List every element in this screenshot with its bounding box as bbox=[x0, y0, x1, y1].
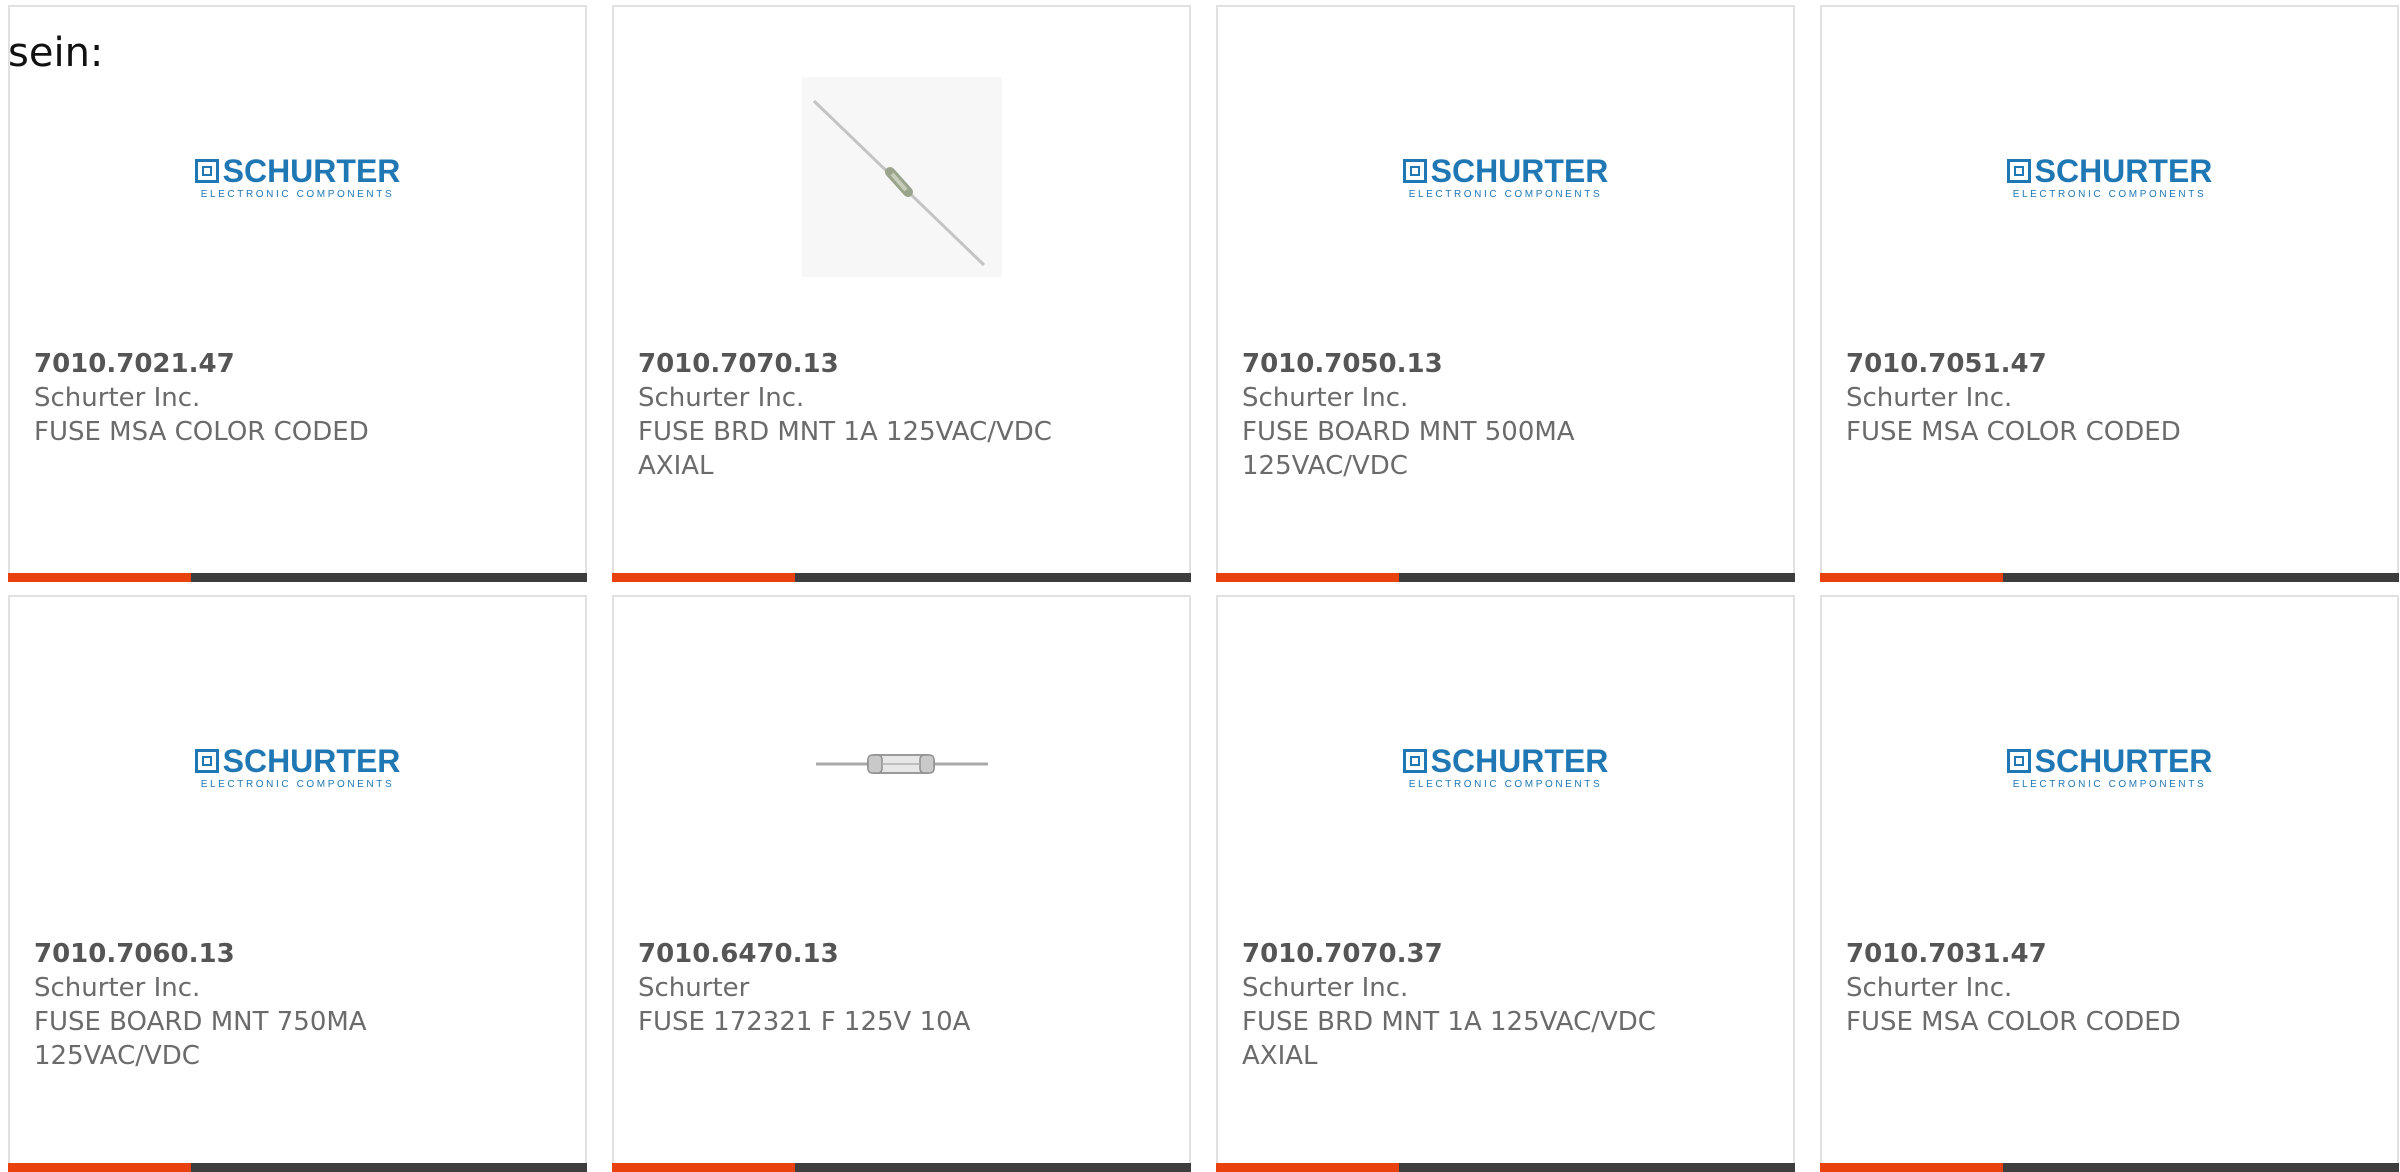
product-card[interactable]: SCHURTER ELECTRONIC COMPONENTS 7010.7031… bbox=[1820, 595, 2399, 1172]
logo-tagline: ELECTRONIC COMPONENTS bbox=[1408, 779, 1603, 790]
logo-name: SCHURTER bbox=[222, 743, 401, 779]
product-description: FUSE BOARD MNT 750MA 125VAC/VDC bbox=[34, 1007, 367, 1071]
logo-name: SCHURTER bbox=[1430, 153, 1609, 189]
product-card[interactable]: 7010.6470.13 Schurter FUSE 172321 F 125V… bbox=[612, 595, 1191, 1172]
logo-tagline: ELECTRONIC COMPONENTS bbox=[2012, 779, 2207, 790]
logo-name: SCHURTER bbox=[222, 153, 401, 189]
product-description: FUSE BOARD MNT 500MA 125VAC/VDC bbox=[1242, 417, 1575, 481]
manufacturer: Schurter Inc. bbox=[1846, 973, 2013, 1003]
card-footer-bar bbox=[8, 573, 587, 582]
logo-tagline: ELECTRONIC COMPONENTS bbox=[2012, 189, 2207, 200]
schurter-logo: SCHURTER ELECTRONIC COMPONENTS bbox=[2005, 155, 2215, 200]
card-footer-bar bbox=[612, 573, 1191, 582]
schurter-logo: SCHURTER ELECTRONIC COMPONENTS bbox=[1401, 155, 1611, 200]
card-accent-bar bbox=[8, 1163, 191, 1172]
card-accent-bar bbox=[1820, 573, 2003, 582]
product-image: SCHURTER ELECTRONIC COMPONENTS bbox=[1218, 7, 1793, 337]
card-footer-bar bbox=[1216, 573, 1795, 582]
product-card[interactable]: SCHURTER ELECTRONIC COMPONENTS 7010.7021… bbox=[8, 5, 587, 582]
product-description: FUSE MSA COLOR CODED bbox=[34, 417, 369, 447]
schurter-logo: SCHURTER ELECTRONIC COMPONENTS bbox=[193, 155, 403, 200]
card-accent-bar bbox=[1216, 573, 1399, 582]
card-footer-bar bbox=[8, 1163, 587, 1172]
card-footer-bar bbox=[612, 1163, 1191, 1172]
manufacturer: Schurter Inc. bbox=[34, 973, 201, 1003]
product-description: FUSE BRD MNT 1A 125VAC/VDC AXIAL bbox=[1242, 1007, 1656, 1071]
manufacturer: Schurter Inc. bbox=[1242, 973, 1409, 1003]
product-description: FUSE MSA COLOR CODED bbox=[1846, 1007, 2181, 1037]
part-number[interactable]: 7010.7060.13 bbox=[34, 937, 561, 971]
part-number[interactable]: 7010.7021.47 bbox=[34, 347, 561, 381]
product-card[interactable]: SCHURTER ELECTRONIC COMPONENTS 7010.7070… bbox=[1216, 595, 1795, 1172]
product-image: SCHURTER ELECTRONIC COMPONENTS bbox=[1822, 7, 2397, 337]
schurter-logo: SCHURTER ELECTRONIC COMPONENTS bbox=[1401, 745, 1611, 790]
product-image bbox=[614, 597, 1189, 927]
product-image: SCHURTER ELECTRONIC COMPONENTS bbox=[1218, 597, 1793, 927]
logo-tagline: ELECTRONIC COMPONENTS bbox=[200, 189, 395, 200]
product-description: FUSE 172321 F 125V 10A bbox=[638, 1007, 971, 1037]
schurter-logo: SCHURTER ELECTRONIC COMPONENTS bbox=[193, 745, 403, 790]
schurter-mark-icon bbox=[194, 749, 219, 773]
card-footer-bar bbox=[1820, 1163, 2399, 1172]
card-accent-bar bbox=[612, 1163, 795, 1172]
manufacturer: Schurter Inc. bbox=[638, 383, 805, 413]
part-number[interactable]: 7010.7051.47 bbox=[1846, 347, 2373, 381]
part-number[interactable]: 7010.7050.13 bbox=[1242, 347, 1769, 381]
axial-lead-fuse-photo bbox=[801, 77, 1002, 277]
card-accent-bar bbox=[1820, 1163, 2003, 1172]
product-card[interactable]: SCHURTER ELECTRONIC COMPONENTS 7010.7060… bbox=[8, 595, 587, 1172]
product-card[interactable]: 7010.7070.13 Schurter Inc. FUSE BRD MNT … bbox=[612, 5, 1191, 582]
product-description: FUSE BRD MNT 1A 125VAC/VDC AXIAL bbox=[638, 417, 1052, 481]
product-image: SCHURTER ELECTRONIC COMPONENTS bbox=[1822, 597, 2397, 927]
schurter-mark-icon bbox=[194, 159, 219, 183]
logo-name: SCHURTER bbox=[1430, 743, 1609, 779]
logo-name: SCHURTER bbox=[2034, 743, 2213, 779]
schurter-mark-icon bbox=[1402, 159, 1427, 183]
intro-text: sein: bbox=[8, 30, 104, 76]
schurter-logo: SCHURTER ELECTRONIC COMPONENTS bbox=[2005, 745, 2215, 790]
product-card[interactable]: SCHURTER ELECTRONIC COMPONENTS 7010.7051… bbox=[1820, 5, 2399, 582]
product-description: FUSE MSA COLOR CODED bbox=[1846, 417, 2181, 447]
manufacturer: Schurter Inc. bbox=[1242, 383, 1409, 413]
schurter-mark-icon bbox=[1402, 749, 1427, 773]
schurter-mark-icon bbox=[2006, 159, 2031, 183]
logo-name: SCHURTER bbox=[2034, 153, 2213, 189]
manufacturer: Schurter bbox=[638, 973, 750, 1003]
product-image bbox=[614, 7, 1189, 337]
card-accent-bar bbox=[612, 573, 795, 582]
product-image: SCHURTER ELECTRONIC COMPONENTS bbox=[10, 597, 585, 927]
manufacturer: Schurter Inc. bbox=[34, 383, 201, 413]
logo-tagline: ELECTRONIC COMPONENTS bbox=[200, 779, 395, 790]
card-footer-bar bbox=[1820, 573, 2399, 582]
card-accent-bar bbox=[8, 573, 191, 582]
glass-fuse-photo bbox=[812, 749, 992, 779]
part-number[interactable]: 7010.6470.13 bbox=[638, 937, 1165, 971]
manufacturer: Schurter Inc. bbox=[1846, 383, 2013, 413]
part-number[interactable]: 7010.7070.13 bbox=[638, 347, 1165, 381]
part-number[interactable]: 7010.7031.47 bbox=[1846, 937, 2373, 971]
part-number[interactable]: 7010.7070.37 bbox=[1242, 937, 1769, 971]
logo-tagline: ELECTRONIC COMPONENTS bbox=[1408, 189, 1603, 200]
product-card[interactable]: SCHURTER ELECTRONIC COMPONENTS 7010.7050… bbox=[1216, 5, 1795, 582]
card-accent-bar bbox=[1216, 1163, 1399, 1172]
card-footer-bar bbox=[1216, 1163, 1795, 1172]
schurter-mark-icon bbox=[2006, 749, 2031, 773]
